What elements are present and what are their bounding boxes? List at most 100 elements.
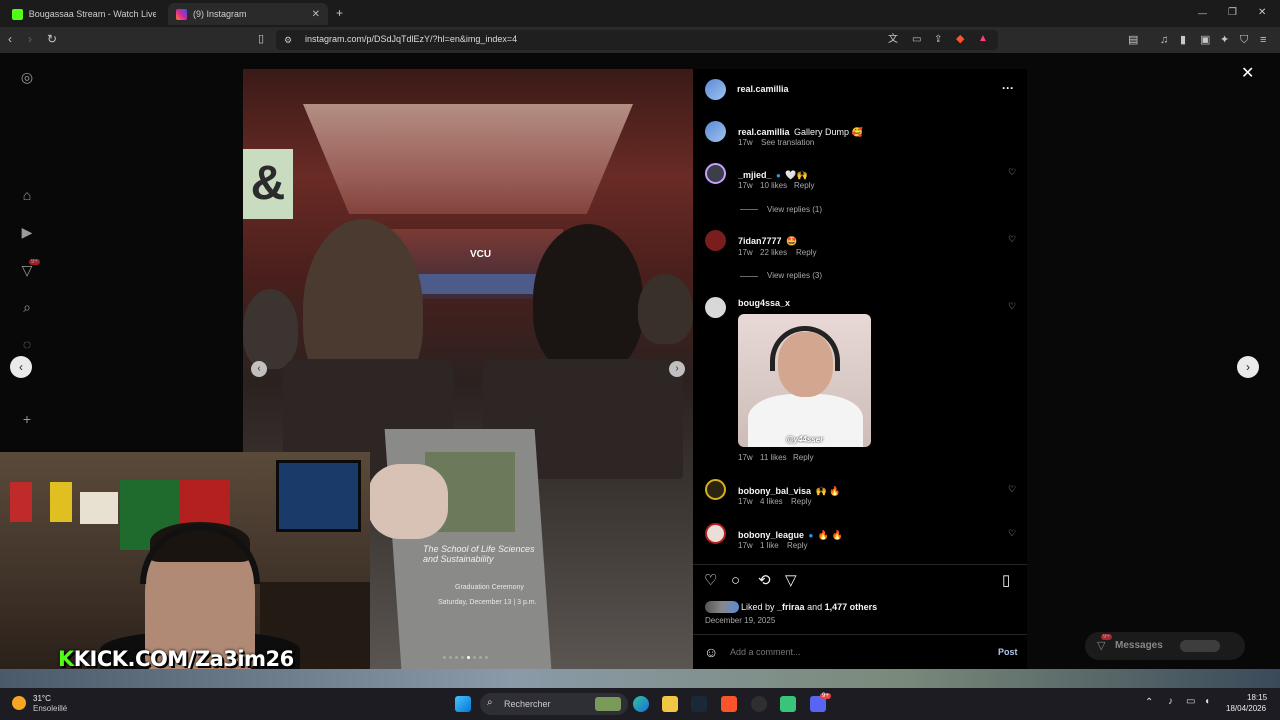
see-translation-link[interactable]: See translation (761, 138, 814, 147)
like-comment-icon[interactable]: ♡ (1008, 484, 1016, 495)
edge-icon[interactable] (633, 696, 649, 712)
minimize-button[interactable]: — (1198, 6, 1207, 20)
jersey-red (10, 482, 32, 522)
windows-start-icon[interactable] (455, 696, 471, 712)
view-replies-link[interactable]: View replies (1) (767, 205, 822, 214)
comment-likes[interactable]: 22 likes (760, 248, 787, 257)
reply-button[interactable]: Reply (794, 181, 814, 190)
vpn-icon[interactable]: ⛉ (1240, 33, 1248, 47)
brave-icon[interactable] (721, 696, 737, 712)
more-options-icon[interactable]: ··· (1002, 81, 1014, 95)
close-modal-icon[interactable]: ✕ (1241, 63, 1254, 83)
prev-post-button[interactable]: ‹ (10, 356, 32, 378)
reply-button[interactable]: Reply (787, 541, 807, 550)
commenter-avatar[interactable] (705, 230, 726, 251)
comment-likes[interactable]: 4 likes (760, 497, 783, 506)
reply-button[interactable]: Reply (791, 497, 811, 506)
menu-icon[interactable]: ≡ (1260, 33, 1266, 47)
comment-icon[interactable]: ○ (731, 573, 740, 589)
weather-temp[interactable]: 31°C (33, 694, 51, 703)
comment-likes[interactable]: 11 likes (760, 453, 787, 462)
like-comment-icon[interactable]: ♡ (1008, 234, 1016, 245)
weather-desc[interactable]: Ensoleillé (33, 704, 67, 713)
comment-username[interactable]: boug4ssa_x (738, 298, 790, 308)
comment-username[interactable]: _mjied_ (738, 170, 772, 180)
music-icon[interactable]: ♫ (1160, 33, 1168, 47)
tab-kick-stream[interactable]: Bougassaa Stream - Watch Live on K (4, 3, 164, 25)
share-icon[interactable]: ⇪ (934, 33, 942, 47)
repost-icon[interactable]: ⟲ (758, 573, 771, 589)
liked-by-user[interactable]: _friraa (777, 602, 805, 612)
weather-icon[interactable] (12, 696, 26, 710)
reload-icon[interactable]: ↻ (47, 32, 57, 46)
comment-username[interactable]: bobony_bal_visa (738, 486, 811, 496)
translate-icon[interactable]: 文 (888, 33, 898, 47)
wallet-icon[interactable]: ▣ (1200, 33, 1210, 47)
instagram-icon[interactable]: ◎ (18, 68, 36, 86)
like-comment-icon[interactable]: ♡ (1008, 528, 1016, 539)
system-tray-up-icon[interactable]: ⌃ (1145, 697, 1153, 708)
photo-next-button[interactable]: › (669, 361, 685, 377)
search-icon[interactable]: ⌕ (18, 298, 36, 316)
clock-date[interactable]: 18/04/2026 (1226, 704, 1266, 713)
clock-time[interactable]: 18:15 (1247, 693, 1267, 702)
create-icon[interactable]: + (18, 410, 36, 428)
commenter-avatar[interactable] (705, 479, 726, 500)
mic-icon[interactable]: ♪ (1168, 696, 1173, 707)
bookmark-icon[interactable]: ▯ (258, 32, 264, 46)
home-icon[interactable]: ⌂ (18, 186, 36, 204)
comment-gif[interactable]: @y44sser (738, 314, 871, 447)
tab-instagram[interactable]: (9) Instagram ✕ (168, 3, 328, 25)
caption-avatar[interactable] (705, 121, 726, 142)
close-tab-icon[interactable]: ✕ (312, 9, 320, 20)
photo-prev-button[interactable]: ‹ (251, 361, 267, 377)
add-comment-input[interactable] (730, 645, 970, 659)
close-window-button[interactable]: ✕ (1258, 6, 1266, 20)
new-tab-button[interactable]: + (336, 6, 343, 20)
panel-icon[interactable]: ▮ (1180, 33, 1186, 47)
post-comment-button[interactable]: Post (998, 647, 1018, 657)
url-field[interactable]: ⚙ instagram.com/p/DSdJqTdlEzY/?hl=en&img… (276, 30, 998, 50)
sidebar-toggle-icon[interactable]: ▤ (1128, 33, 1138, 47)
comment-username[interactable]: 7idan7777 (738, 236, 782, 246)
obs-icon[interactable] (751, 696, 767, 712)
forward-icon[interactable]: › (28, 32, 32, 46)
cast-icon[interactable]: ▭ (912, 33, 921, 47)
messages-button[interactable]: ▽ 9+ Messages (1085, 632, 1245, 660)
site-info-icon[interactable]: ⚙ (284, 33, 292, 47)
view-replies-link[interactable]: View replies (3) (767, 271, 822, 280)
caption-username[interactable]: real.camillia (738, 127, 790, 137)
emoji-icon[interactable]: ☺ (704, 644, 718, 660)
author-username[interactable]: real.camillia (737, 84, 789, 94)
author-avatar[interactable] (705, 79, 726, 100)
comment-username[interactable]: bobony_league (738, 530, 804, 540)
explore-icon[interactable]: ◌ (18, 335, 36, 353)
restore-button[interactable]: ❐ (1228, 6, 1237, 20)
comment-likes[interactable]: 1 like (760, 541, 779, 550)
steam-icon[interactable] (691, 696, 707, 712)
commenter-avatar[interactable] (705, 163, 726, 184)
reels-icon[interactable]: ▶ (18, 223, 36, 241)
like-comment-icon[interactable]: ♡ (1008, 301, 1016, 312)
reply-button[interactable]: Reply (793, 453, 813, 462)
kick-favicon-icon (12, 8, 23, 20)
brave-rewards-icon[interactable]: ▲ (978, 32, 988, 46)
volume-icon[interactable]: ◖ (1204, 696, 1210, 707)
share-post-icon[interactable]: ▽ (785, 573, 797, 589)
brave-shield-icon[interactable]: ◆ (956, 32, 964, 46)
commenter-avatar[interactable] (705, 297, 726, 318)
comment-likes[interactable]: 10 likes (760, 181, 787, 190)
spotify-like-icon[interactable] (780, 696, 796, 712)
reply-button[interactable]: Reply (796, 248, 816, 257)
save-post-icon[interactable]: ▯ (1002, 573, 1010, 589)
next-post-button[interactable]: › (1237, 356, 1259, 378)
back-icon[interactable]: ‹ (8, 32, 12, 46)
file-explorer-icon[interactable] (662, 696, 678, 712)
liked-by-count[interactable]: 1,477 others (825, 602, 878, 612)
taskbar-search[interactable]: ⌕ Rechercher (480, 693, 628, 715)
leo-ai-icon[interactable]: ✦ (1220, 33, 1229, 47)
like-post-icon[interactable]: ♡ (704, 573, 717, 589)
like-comment-icon[interactable]: ♡ (1008, 167, 1016, 178)
network-icon[interactable]: ▭ (1186, 696, 1195, 707)
commenter-avatar[interactable] (705, 523, 726, 544)
